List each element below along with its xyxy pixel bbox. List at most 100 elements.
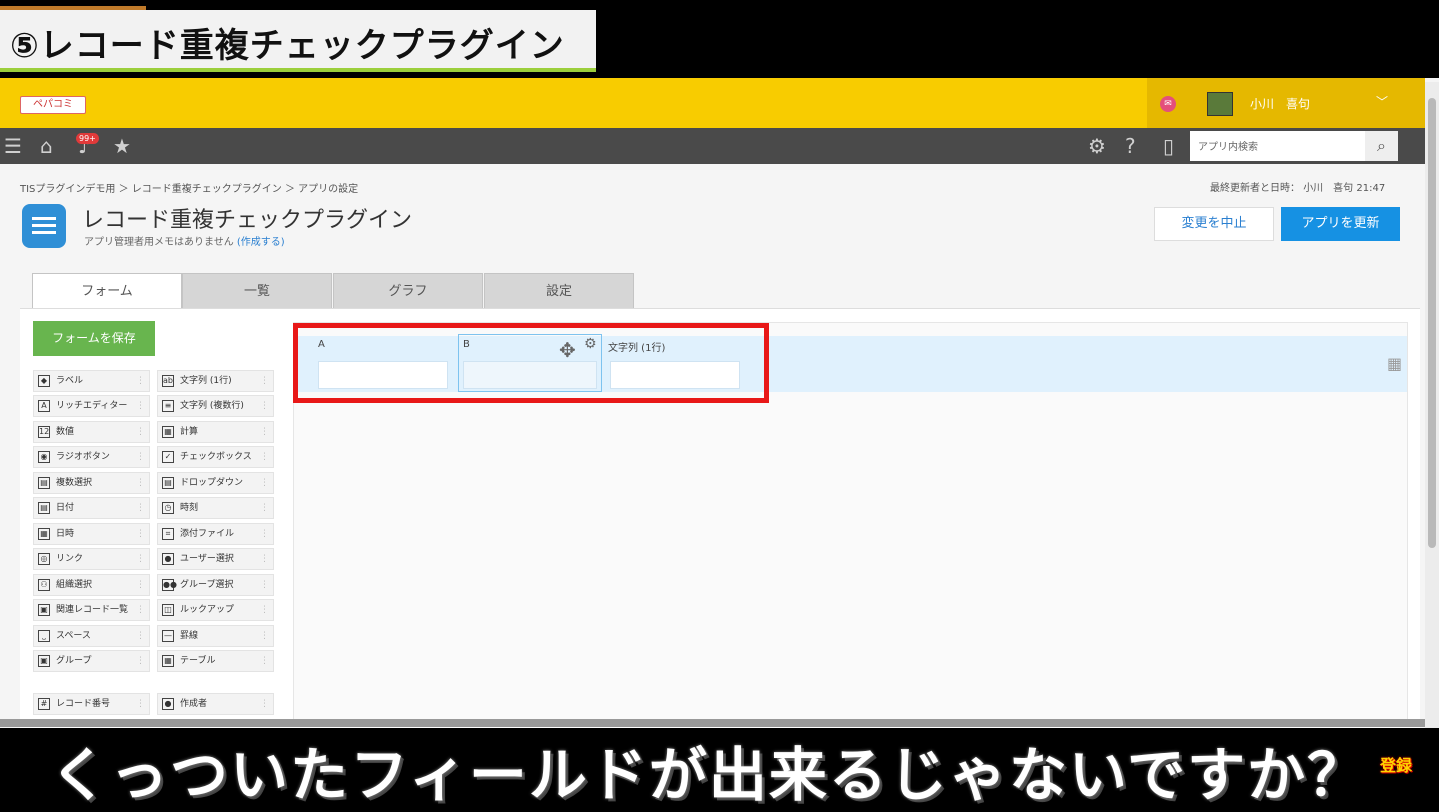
palette-item[interactable]: ≡ 文字列 (複数行) ⋮ — [157, 395, 274, 417]
save-form-button[interactable]: フォームを保存 — [33, 321, 155, 356]
palette-item-label: ラジオボタン — [56, 452, 110, 462]
palette-item-icon: ● — [162, 698, 174, 710]
star-icon[interactable]: ★ — [113, 136, 131, 156]
palette-item[interactable]: ▦ 日時 ⋮ — [33, 523, 150, 545]
user-name[interactable]: 小川 喜句 — [1250, 95, 1310, 112]
palette-item-icon: ● — [162, 553, 174, 565]
mail-icon[interactable]: ✉ — [1160, 96, 1176, 112]
palette-item[interactable]: ✓ チェックボックス ⋮ — [157, 446, 274, 468]
page-title: レコード重複チェックプラグイン — [82, 208, 413, 233]
palette-item-label: 関連レコード一覧 — [56, 605, 129, 615]
drag-handle-icon[interactable]: ⋮ — [136, 629, 145, 643]
drag-handle-icon[interactable]: ⋮ — [260, 425, 269, 439]
menu-icon[interactable]: ☰ — [4, 136, 22, 156]
drag-handle-icon[interactable]: ⋮ — [136, 501, 145, 515]
palette-item[interactable]: ▦ 計算 ⋮ — [157, 421, 274, 443]
palette-item[interactable]: ● ユーザー選択 ⋮ — [157, 548, 274, 570]
drag-handle-icon[interactable]: ⋮ — [260, 476, 269, 490]
drag-handle-icon[interactable]: ⋮ — [136, 552, 145, 566]
drag-handle-icon[interactable]: ⋮ — [136, 527, 145, 541]
chevron-down-icon[interactable]: ﹀ — [1376, 93, 1388, 110]
move-icon[interactable]: ✥ — [559, 338, 576, 362]
palette-item[interactable]: ⌗ 添付ファイル ⋮ — [157, 523, 274, 545]
tab-list[interactable]: 一覧 — [182, 273, 332, 309]
home-icon[interactable]: ⌂ — [40, 136, 53, 156]
drag-handle-icon[interactable]: ⋮ — [136, 578, 145, 592]
drag-handle-icon[interactable]: ⋮ — [136, 399, 145, 413]
subscribe-badge[interactable]: 登録 — [1380, 752, 1412, 776]
tab-graph[interactable]: グラフ — [333, 273, 483, 309]
palette-item[interactable]: ◷ 時刻 ⋮ — [157, 497, 274, 519]
palette-item[interactable]: ●● グループ選択 ⋮ — [157, 574, 274, 596]
palette-item[interactable]: ab 文字列 (1行) ⋮ — [157, 370, 274, 392]
breadcrumb[interactable]: TISプラグインデモ用 ＞ レコード重複チェックプラグイン ＞ アプリの設定 — [20, 180, 358, 195]
drag-handle-icon[interactable]: ⋮ — [260, 629, 269, 643]
cancel-changes-button[interactable]: 変更を中止 — [1154, 207, 1274, 241]
drag-handle-icon[interactable]: ⋮ — [136, 654, 145, 668]
palette-item[interactable]: ▤ ドロップダウン ⋮ — [157, 472, 274, 494]
palette-item-icon: ◫ — [162, 604, 174, 616]
grid-icon[interactable]: ▦ — [1387, 354, 1402, 373]
palette-item[interactable]: A リッチエディター ⋮ — [33, 395, 150, 417]
drag-handle-icon[interactable]: ⋮ — [136, 697, 145, 711]
search-input[interactable]: アプリ内検索 — [1190, 131, 1365, 161]
palette-item-icon: ◎ — [38, 553, 50, 565]
palette-item-label: レコード番号 — [56, 699, 111, 709]
palette-item-label: 罫線 — [180, 631, 199, 641]
palette-item[interactable]: ⚇ 組織選択 ⋮ — [33, 574, 150, 596]
gear-icon[interactable]: ⚙ — [1088, 136, 1106, 156]
palette-item[interactable]: ● 作成者 ⋮ — [157, 693, 274, 715]
horizontal-scrollbar[interactable] — [0, 719, 1425, 727]
palette-item[interactable]: ◎ リンク ⋮ — [33, 548, 150, 570]
drag-handle-icon[interactable]: ⋮ — [260, 399, 269, 413]
drag-handle-icon[interactable]: ⋮ — [136, 476, 145, 490]
palette-item-icon: ◆ — [38, 375, 50, 387]
scrollbar-thumb[interactable] — [1428, 98, 1436, 548]
last-updated-user[interactable]: 小川 喜句 — [1303, 183, 1353, 194]
drag-handle-icon[interactable]: ⋮ — [136, 450, 145, 464]
palette-item-icon: A — [38, 400, 50, 412]
drag-handle-icon[interactable]: ⋮ — [136, 603, 145, 617]
palette-item[interactable]: ▣ グループ ⋮ — [33, 650, 150, 672]
palette-item[interactable]: ▦ テーブル ⋮ — [157, 650, 274, 672]
palette-item-label: 組織選択 — [56, 580, 93, 590]
drag-handle-icon[interactable]: ⋮ — [260, 527, 269, 541]
palette-item-label: ドロップダウン — [180, 478, 244, 488]
help-icon[interactable]: ? — [1125, 136, 1136, 156]
palette-item[interactable]: ▣ 関連レコード一覧 ⋮ — [33, 599, 150, 621]
palette-item-icon: ⌗ — [162, 528, 174, 540]
drag-handle-icon[interactable]: ⋮ — [260, 450, 269, 464]
drag-handle-icon[interactable]: ⋮ — [260, 603, 269, 617]
drag-handle-icon[interactable]: ⋮ — [260, 552, 269, 566]
palette-item-icon: ⚇ — [38, 579, 50, 591]
palette-item[interactable]: — 罫線 ⋮ — [157, 625, 274, 647]
palette-item[interactable]: ◉ ラジオボタン ⋮ — [33, 446, 150, 468]
palette-item[interactable]: ◫ ルックアップ ⋮ — [157, 599, 274, 621]
drag-handle-icon[interactable]: ⋮ — [136, 425, 145, 439]
drag-handle-icon[interactable]: ⋮ — [260, 501, 269, 515]
search-icon[interactable]: ⌕ — [1365, 131, 1398, 161]
palette-item[interactable]: ⎵ スペース ⋮ — [33, 625, 150, 647]
app-logo[interactable]: ペパコミ — [20, 96, 86, 114]
update-app-button[interactable]: アプリを更新 — [1281, 207, 1400, 241]
drag-handle-icon[interactable]: ⋮ — [260, 578, 269, 592]
drag-handle-icon[interactable]: ⋮ — [260, 654, 269, 668]
palette-item[interactable]: ▤ 日付 ⋮ — [33, 497, 150, 519]
avatar[interactable] — [1207, 92, 1233, 116]
subtitle-bar: くっついたフィールドが出来るじゃないですか？ — [0, 728, 1439, 809]
create-memo-link[interactable]: (作成する) — [237, 237, 285, 248]
palette-item[interactable]: ▤ 複数選択 ⋮ — [33, 472, 150, 494]
palette-item-label: ラベル — [56, 376, 84, 386]
tab-settings[interactable]: 設定 — [484, 273, 634, 309]
gear-icon[interactable]: ⚙ — [584, 336, 597, 352]
palette-item[interactable]: ◆ ラベル ⋮ — [33, 370, 150, 392]
tab-form[interactable]: フォーム — [32, 273, 182, 309]
subtitle-text: くっついたフィールドが出来るじゃないですか？ — [50, 741, 1368, 809]
palette-item[interactable]: 12 数値 ⋮ — [33, 421, 150, 443]
drag-handle-icon[interactable]: ⋮ — [136, 374, 145, 388]
mobile-icon[interactable]: ▯ — [1163, 136, 1174, 156]
drag-handle-icon[interactable]: ⋮ — [260, 374, 269, 388]
palette-item-label: 日時 — [56, 529, 75, 539]
drag-handle-icon[interactable]: ⋮ — [260, 697, 269, 711]
palette-item[interactable]: # レコード番号 ⋮ — [33, 693, 150, 715]
